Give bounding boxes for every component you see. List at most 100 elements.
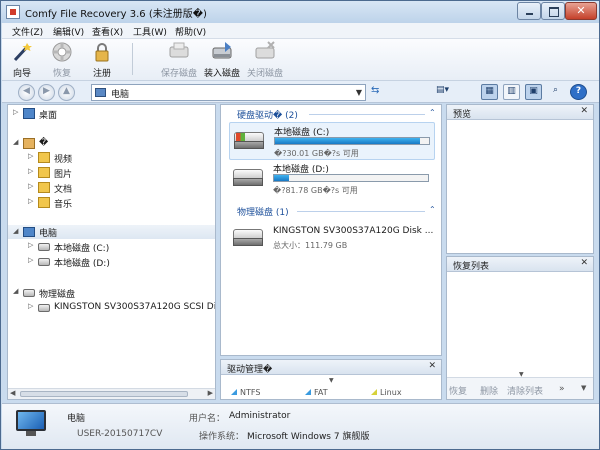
expand-arrow-icon[interactable]: ▷ bbox=[28, 182, 33, 190]
menu-view[interactable]: 查看(X) bbox=[92, 25, 123, 38]
triangle-icon bbox=[371, 389, 377, 395]
drives-view: 硬盘驱动� (2) ⌃ 本地磁盘 (C:) �?30.01 GB�?s 可用 本… bbox=[220, 104, 442, 356]
kingston-disk-name: KINGSTON SV300S37A120G Disk ... bbox=[273, 226, 434, 236]
collapse-arrow-icon[interactable]: ◢ bbox=[13, 138, 18, 146]
menu-edit[interactable]: 编辑(V) bbox=[53, 25, 84, 38]
menu-file[interactable]: 文件(Z) bbox=[12, 25, 43, 38]
tree-item-local-c[interactable]: ▷ 本地磁盘 (C:) bbox=[8, 240, 215, 254]
scroll-left-icon[interactable]: ◀ bbox=[10, 389, 15, 397]
collapse-arrow-icon[interactable]: ◢ bbox=[13, 287, 18, 295]
kingston-disk-item[interactable]: KINGSTON SV300S37A120G Disk ... 总大小：111.… bbox=[229, 220, 435, 258]
kingston-disk-size: 总大小：111.79 GB bbox=[273, 241, 348, 250]
clear-list-button[interactable]: 清除列表 bbox=[507, 384, 543, 397]
recover-list-button[interactable]: 恢复 bbox=[449, 384, 467, 397]
help-button[interactable]: ? bbox=[570, 84, 587, 100]
close-button[interactable]: ✕ bbox=[565, 2, 597, 20]
lifebuoy-icon bbox=[52, 42, 72, 62]
physical-group-header[interactable]: 物理磁盘 (1) bbox=[237, 205, 289, 218]
close-icon[interactable]: ✕ bbox=[580, 258, 588, 268]
close-icon[interactable]: ✕ bbox=[428, 361, 436, 371]
tree-item-desktop[interactable]: ▷ 桌面 bbox=[8, 107, 215, 121]
expand-arrow-icon[interactable]: ▷ bbox=[28, 167, 33, 175]
drive-d-free: �?81.78 GB�?s 可用 bbox=[273, 186, 358, 195]
scrollbar-thumb[interactable] bbox=[20, 391, 188, 397]
tree-item-local-d[interactable]: ▷ 本地磁盘 (D:) bbox=[8, 255, 215, 269]
refresh-icon[interactable]: ⇆ bbox=[371, 85, 379, 96]
more-button[interactable]: » bbox=[559, 384, 565, 394]
tree-item-music[interactable]: ▷ 音乐 bbox=[8, 196, 215, 210]
minimize-button[interactable] bbox=[517, 2, 541, 20]
recovery-list-panel: 恢复列表 ✕ ▼ 恢复 删除 清除列表 » ▼ bbox=[446, 256, 594, 400]
caret-down-icon[interactable]: ▼ bbox=[581, 384, 586, 392]
tree-item-user[interactable]: ◢ � bbox=[8, 137, 215, 151]
close-disk-icon bbox=[255, 41, 275, 59]
search-button[interactable]: ⌕ bbox=[548, 84, 565, 100]
drive-d-usage-bar bbox=[273, 174, 429, 182]
main-toolbar: 向导 恢复 注册 保存磁盘 装入磁盘 关闭磁盘 bbox=[2, 39, 599, 81]
view-options-button[interactable]: ▤▾ bbox=[435, 84, 452, 100]
drive-icon bbox=[38, 304, 50, 312]
forward-button[interactable]: ▶ bbox=[38, 84, 55, 101]
tree-item-kingston[interactable]: ▷ KINGSTON SV300S37A120G SCSI Disk Dev bbox=[8, 301, 215, 315]
floppy-icon: ▣ bbox=[529, 86, 538, 96]
expand-arrow-icon[interactable]: ▷ bbox=[28, 152, 33, 160]
save-disk-icon bbox=[169, 42, 189, 58]
recover-button[interactable]: 恢复 bbox=[46, 39, 78, 79]
expand-arrow-icon[interactable]: ▷ bbox=[28, 241, 33, 249]
tree-item-computer[interactable]: ◢ 电脑 bbox=[8, 225, 215, 239]
scroll-right-icon[interactable]: ▶ bbox=[208, 389, 213, 397]
delete-button[interactable]: 删除 bbox=[480, 384, 498, 397]
tree-item-physical[interactable]: ◢ 物理磁盘 bbox=[8, 286, 215, 300]
caret-down-icon[interactable]: ▼ bbox=[519, 371, 524, 378]
group-divider bbox=[297, 211, 425, 212]
address-bar[interactable]: 电脑 ▼ bbox=[91, 84, 366, 101]
view-details-button[interactable]: ▥ bbox=[503, 84, 520, 100]
register-button[interactable]: 注册 bbox=[86, 39, 118, 79]
drive-c-free: �?30.01 GB�?s 可用 bbox=[274, 149, 359, 158]
expand-arrow-icon[interactable]: ▷ bbox=[28, 197, 33, 205]
chevron-down-icon[interactable]: ▼ bbox=[356, 88, 362, 97]
back-button[interactable]: ◀ bbox=[18, 84, 35, 101]
save-view-button[interactable]: ▣ bbox=[525, 84, 542, 100]
collapse-arrow-icon[interactable]: ◢ bbox=[13, 227, 18, 235]
drive-c-item[interactable]: 本地磁盘 (C:) �?30.01 GB�?s 可用 bbox=[229, 122, 435, 160]
horizontal-scrollbar[interactable]: ◀ ▶ bbox=[8, 388, 215, 399]
hard-drive-icon bbox=[233, 169, 263, 187]
recovery-toolbar: ▼ 恢复 删除 清除列表 » ▼ bbox=[447, 371, 593, 399]
tree-item-pictures[interactable]: ▷ 图片 bbox=[8, 166, 215, 180]
view-icons-button[interactable]: ▦ bbox=[481, 84, 498, 100]
menu-help[interactable]: 帮助(V) bbox=[175, 25, 206, 38]
hdd-group-header[interactable]: 硬盘驱动� (2) bbox=[237, 108, 298, 121]
toolbar-separator bbox=[132, 43, 133, 75]
window-title: Comfy File Recovery 3.6 (未注册版�) bbox=[25, 9, 207, 20]
folder-icon bbox=[38, 152, 50, 163]
driver-management-panel: 驱动管理� ✕ ▼ NTFS FAT Linux bbox=[220, 359, 442, 400]
wizard-button[interactable]: 向导 bbox=[6, 39, 38, 79]
view-list-icon: ▤▾ bbox=[435, 85, 450, 95]
expand-arrow-icon[interactable]: ▷ bbox=[28, 302, 33, 310]
status-bar: 电脑 USER-20150717CV 用户名： Administrator 操作… bbox=[2, 403, 599, 449]
drive-d-item[interactable]: 本地磁盘 (D:) �?81.78 GB�?s 可用 bbox=[229, 160, 435, 198]
tree-item-documents[interactable]: ▷ 文档 bbox=[8, 181, 215, 195]
close-disk-button[interactable]: 关闭磁盘 bbox=[245, 39, 285, 79]
expand-arrow-icon[interactable]: ▷ bbox=[28, 256, 33, 264]
folder-icon bbox=[38, 182, 50, 193]
triangle-icon bbox=[231, 389, 237, 395]
menu-tools[interactable]: 工具(W) bbox=[133, 25, 167, 38]
up-button[interactable]: ▲ bbox=[58, 84, 75, 101]
computer-icon bbox=[23, 227, 35, 237]
save-disk-button[interactable]: 保存磁盘 bbox=[159, 39, 199, 79]
caret-down-icon[interactable]: ▼ bbox=[329, 377, 334, 384]
chevron-up-icon[interactable]: ⌃ bbox=[429, 108, 436, 117]
expand-arrow-icon[interactable]: ▷ bbox=[13, 108, 18, 116]
folder-icon bbox=[38, 197, 50, 208]
tree-item-videos[interactable]: ▷ 视频 bbox=[8, 151, 215, 165]
close-icon: ✕ bbox=[576, 4, 586, 17]
menu-bar: 文件(Z) 编辑(V) 查看(X) 工具(W) 帮助(V) bbox=[2, 23, 599, 39]
chevron-up-icon[interactable]: ⌃ bbox=[429, 205, 436, 214]
load-disk-button[interactable]: 装入磁盘 bbox=[202, 39, 242, 79]
close-icon[interactable]: ✕ bbox=[580, 106, 588, 116]
user-folder-icon bbox=[23, 138, 35, 149]
status-user-value: Administrator bbox=[229, 411, 291, 421]
maximize-button[interactable] bbox=[541, 2, 565, 20]
